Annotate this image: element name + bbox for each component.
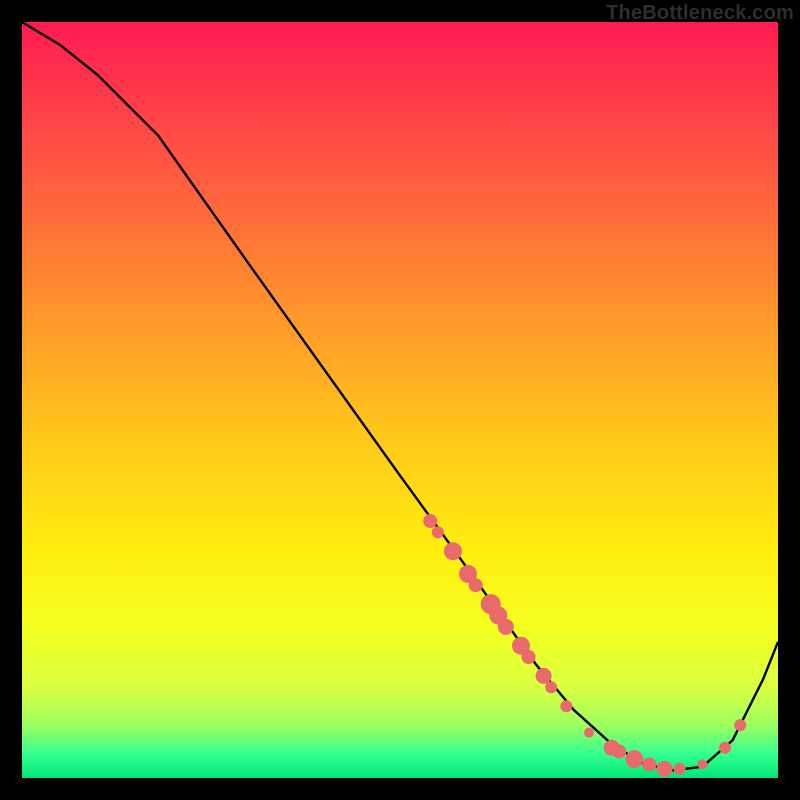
data-marker xyxy=(469,578,483,592)
data-markers xyxy=(423,514,746,777)
data-marker xyxy=(444,542,462,560)
bottleneck-curve xyxy=(22,22,778,770)
data-marker xyxy=(536,668,552,684)
data-marker xyxy=(522,650,536,664)
data-marker xyxy=(697,759,707,769)
data-marker xyxy=(498,619,514,635)
data-marker xyxy=(545,681,557,693)
data-marker xyxy=(560,700,572,712)
data-marker xyxy=(719,742,731,754)
data-marker xyxy=(612,745,626,759)
data-marker xyxy=(674,763,686,775)
data-marker xyxy=(734,719,746,731)
data-marker xyxy=(625,750,643,768)
chart-svg xyxy=(22,22,778,778)
watermark-text: TheBottleneck.com xyxy=(606,2,794,25)
data-marker xyxy=(584,728,594,738)
data-marker xyxy=(657,761,673,777)
data-marker xyxy=(432,526,444,538)
data-marker xyxy=(643,757,657,771)
chart-frame: TheBottleneck.com xyxy=(0,0,800,800)
data-marker xyxy=(423,514,437,528)
plot-area xyxy=(22,22,778,778)
